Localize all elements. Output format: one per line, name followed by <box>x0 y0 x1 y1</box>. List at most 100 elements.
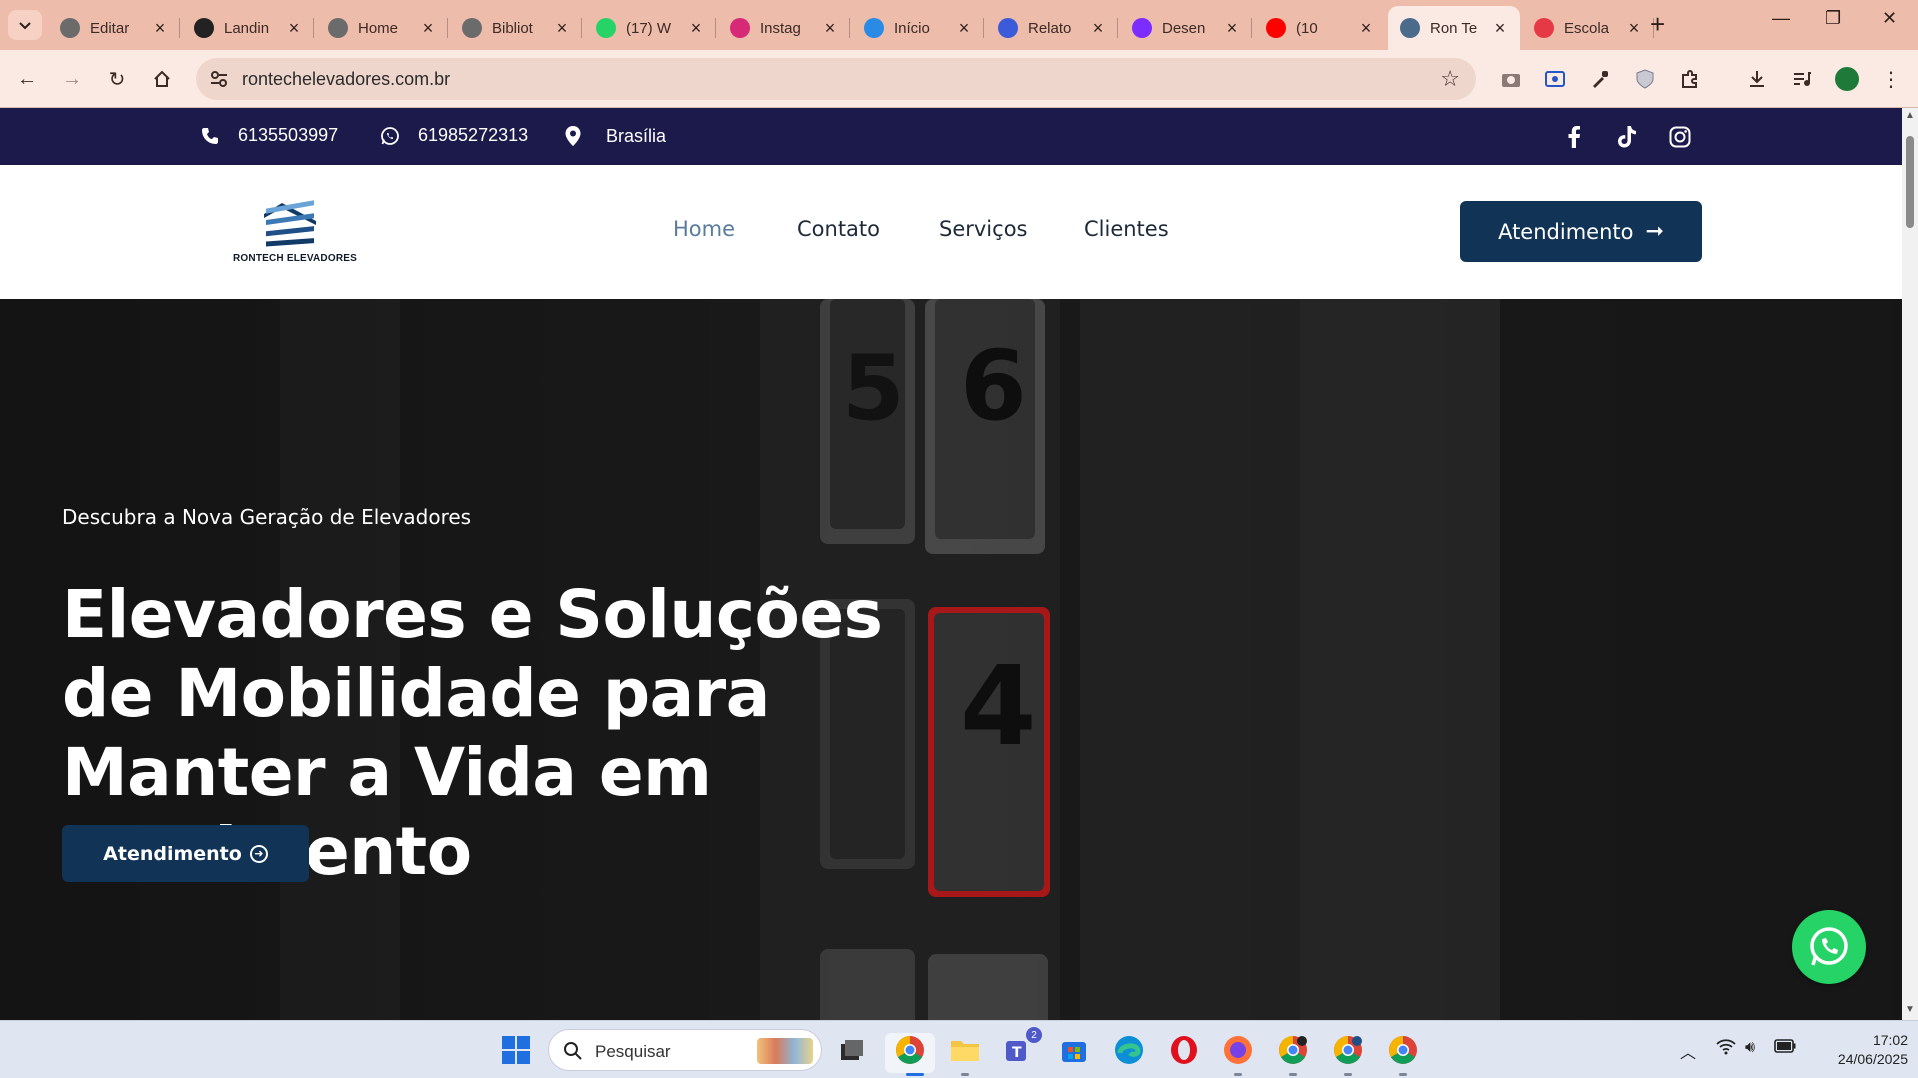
back-button[interactable]: ← <box>12 64 42 94</box>
chrome-profile-icon[interactable] <box>1331 1033 1365 1067</box>
page-scrollbar[interactable]: ▲ ▼ <box>1902 108 1918 1020</box>
close-window-button[interactable]: ✕ <box>1882 8 1897 29</box>
close-icon[interactable]: × <box>1358 18 1374 39</box>
instagram-icon[interactable] <box>1666 123 1694 151</box>
phone-contact[interactable]: 6135503997 <box>200 125 338 146</box>
running-indicator <box>1289 1073 1297 1076</box>
hero-atendimento-button[interactable]: Atendimento ➜ <box>62 825 309 882</box>
screenshot-icon[interactable] <box>1496 64 1526 94</box>
close-icon[interactable]: × <box>822 18 838 39</box>
tiktok-icon[interactable] <box>1613 123 1641 151</box>
close-icon[interactable]: × <box>152 18 168 39</box>
chrome-profile-icon[interactable] <box>1276 1033 1310 1067</box>
download-icon[interactable] <box>1742 64 1772 94</box>
nav-servicos[interactable]: Serviços <box>939 217 1027 241</box>
whatsapp-float-button[interactable] <box>1792 910 1866 984</box>
browser-tab[interactable]: Home × <box>316 6 448 50</box>
close-icon[interactable]: × <box>1090 18 1106 39</box>
browser-toolbar: ← → ↻ rontechelevadores.com.br ☆ ⋮ <box>0 50 1918 108</box>
close-icon[interactable]: × <box>1626 18 1642 39</box>
close-icon[interactable]: × <box>1224 18 1240 39</box>
scroll-thumb[interactable] <box>1906 136 1914 228</box>
browser-tab[interactable]: (17) W × <box>584 6 716 50</box>
tab-title: Home <box>358 19 399 37</box>
volume-icon[interactable]: 🔊︎ <box>1745 1039 1755 1057</box>
whatsapp-icon <box>1810 927 1848 966</box>
hero-section: 6 5 4 Descubra a Nova Geração de Elevado… <box>0 299 1902 1020</box>
arrow-right-icon: ➞ <box>1645 219 1664 244</box>
address-bar[interactable]: rontechelevadores.com.br ☆ <box>196 58 1476 100</box>
url-text[interactable]: rontechelevadores.com.br <box>242 69 450 90</box>
tab-separator <box>1251 18 1252 38</box>
edge-icon[interactable] <box>1112 1033 1146 1067</box>
taskbar-search[interactable]: Pesquisar <box>548 1029 822 1071</box>
scroll-down-arrow-icon[interactable]: ▼ <box>1905 1004 1915 1015</box>
nav-home[interactable]: Home <box>673 217 735 241</box>
site-logo[interactable]: RONTECH ELEVADORES <box>230 191 360 271</box>
phone-number: 6135503997 <box>238 125 339 145</box>
restore-button[interactable]: ❐ <box>1825 8 1841 29</box>
close-icon[interactable]: × <box>1492 18 1508 39</box>
new-tab-button[interactable]: + <box>1650 10 1665 38</box>
teams-icon[interactable]: T 2 <box>1002 1027 1042 1067</box>
forward-button[interactable]: → <box>57 64 87 94</box>
chrome-icon[interactable] <box>893 1033 927 1067</box>
browser-tab[interactable]: Escola × <box>1522 6 1654 50</box>
reload-button[interactable]: ↻ <box>102 64 132 94</box>
opera-icon[interactable] <box>1167 1033 1201 1067</box>
clock-date: 24/06/2025 <box>1837 1051 1908 1067</box>
globe-icon <box>60 18 80 38</box>
whatsapp-contact[interactable]: 61985272313 <box>380 125 528 146</box>
browser-tab[interactable]: Instag × <box>718 6 850 50</box>
browser-tab[interactable]: Landin × <box>182 6 314 50</box>
site-info-icon[interactable] <box>208 68 230 90</box>
profile-avatar[interactable] <box>1832 64 1862 94</box>
nav-atendimento-button[interactable]: Atendimento ➞ <box>1460 201 1702 262</box>
eyedropper-icon[interactable] <box>1585 64 1615 94</box>
browser-tab[interactable]: Editar × <box>48 6 180 50</box>
close-icon[interactable]: × <box>688 18 704 39</box>
browser-tab[interactable]: Relato × <box>986 6 1118 50</box>
scroll-up-arrow-icon[interactable]: ▲ <box>1905 110 1915 121</box>
tab-separator <box>983 18 984 38</box>
close-icon[interactable]: × <box>956 18 972 39</box>
media-controls-icon[interactable] <box>1787 64 1817 94</box>
running-indicator <box>906 1073 924 1076</box>
close-icon[interactable]: × <box>286 18 302 39</box>
running-indicator <box>1344 1073 1352 1076</box>
canva-icon <box>864 18 884 38</box>
system-clock[interactable]: 17:02 24/06/2025 <box>1808 1031 1908 1069</box>
facebook-icon[interactable] <box>1560 123 1588 151</box>
minimize-button[interactable]: — <box>1772 8 1790 29</box>
browser-tab[interactable]: (10 × <box>1254 6 1386 50</box>
wifi-icon[interactable] <box>1716 1039 1736 1060</box>
file-explorer-icon[interactable] <box>948 1033 982 1067</box>
v-icon <box>1132 18 1152 38</box>
shield-icon[interactable] <box>1630 64 1660 94</box>
whatsapp-number: 61985272313 <box>418 125 529 145</box>
tab-separator <box>179 18 180 38</box>
browser-tab[interactable]: Desen × <box>1120 6 1252 50</box>
browser-tab[interactable]: Bibliot × <box>450 6 582 50</box>
browser-menu-button[interactable]: ⋮ <box>1876 64 1906 94</box>
nav-contato[interactable]: Contato <box>797 217 880 241</box>
screen-record-icon[interactable] <box>1540 64 1570 94</box>
bookmark-star-icon[interactable]: ☆ <box>1440 66 1460 92</box>
tab-search-button[interactable] <box>8 10 42 40</box>
browser-tab[interactable]: Ron Te × <box>1388 6 1520 50</box>
running-indicator <box>1399 1073 1407 1076</box>
close-icon[interactable]: × <box>554 18 570 39</box>
browser-tab[interactable]: Início × <box>852 6 984 50</box>
task-view-icon[interactable] <box>835 1033 869 1067</box>
battery-icon[interactable] <box>1774 1039 1796 1058</box>
microsoft-store-icon[interactable] <box>1057 1033 1091 1067</box>
home-button[interactable] <box>147 64 177 94</box>
nav-clientes[interactable]: Clientes <box>1084 217 1169 241</box>
nav-cta-label: Atendimento <box>1498 219 1634 244</box>
firefox-icon[interactable] <box>1221 1033 1255 1067</box>
extensions-puzzle-icon[interactable] <box>1675 64 1705 94</box>
chrome-icon[interactable] <box>1386 1033 1420 1067</box>
windows-start-icon[interactable] <box>502 1036 530 1064</box>
close-icon[interactable]: × <box>420 18 436 39</box>
tray-chevron-up-icon[interactable]: ︿ <box>1680 1039 1696 1063</box>
